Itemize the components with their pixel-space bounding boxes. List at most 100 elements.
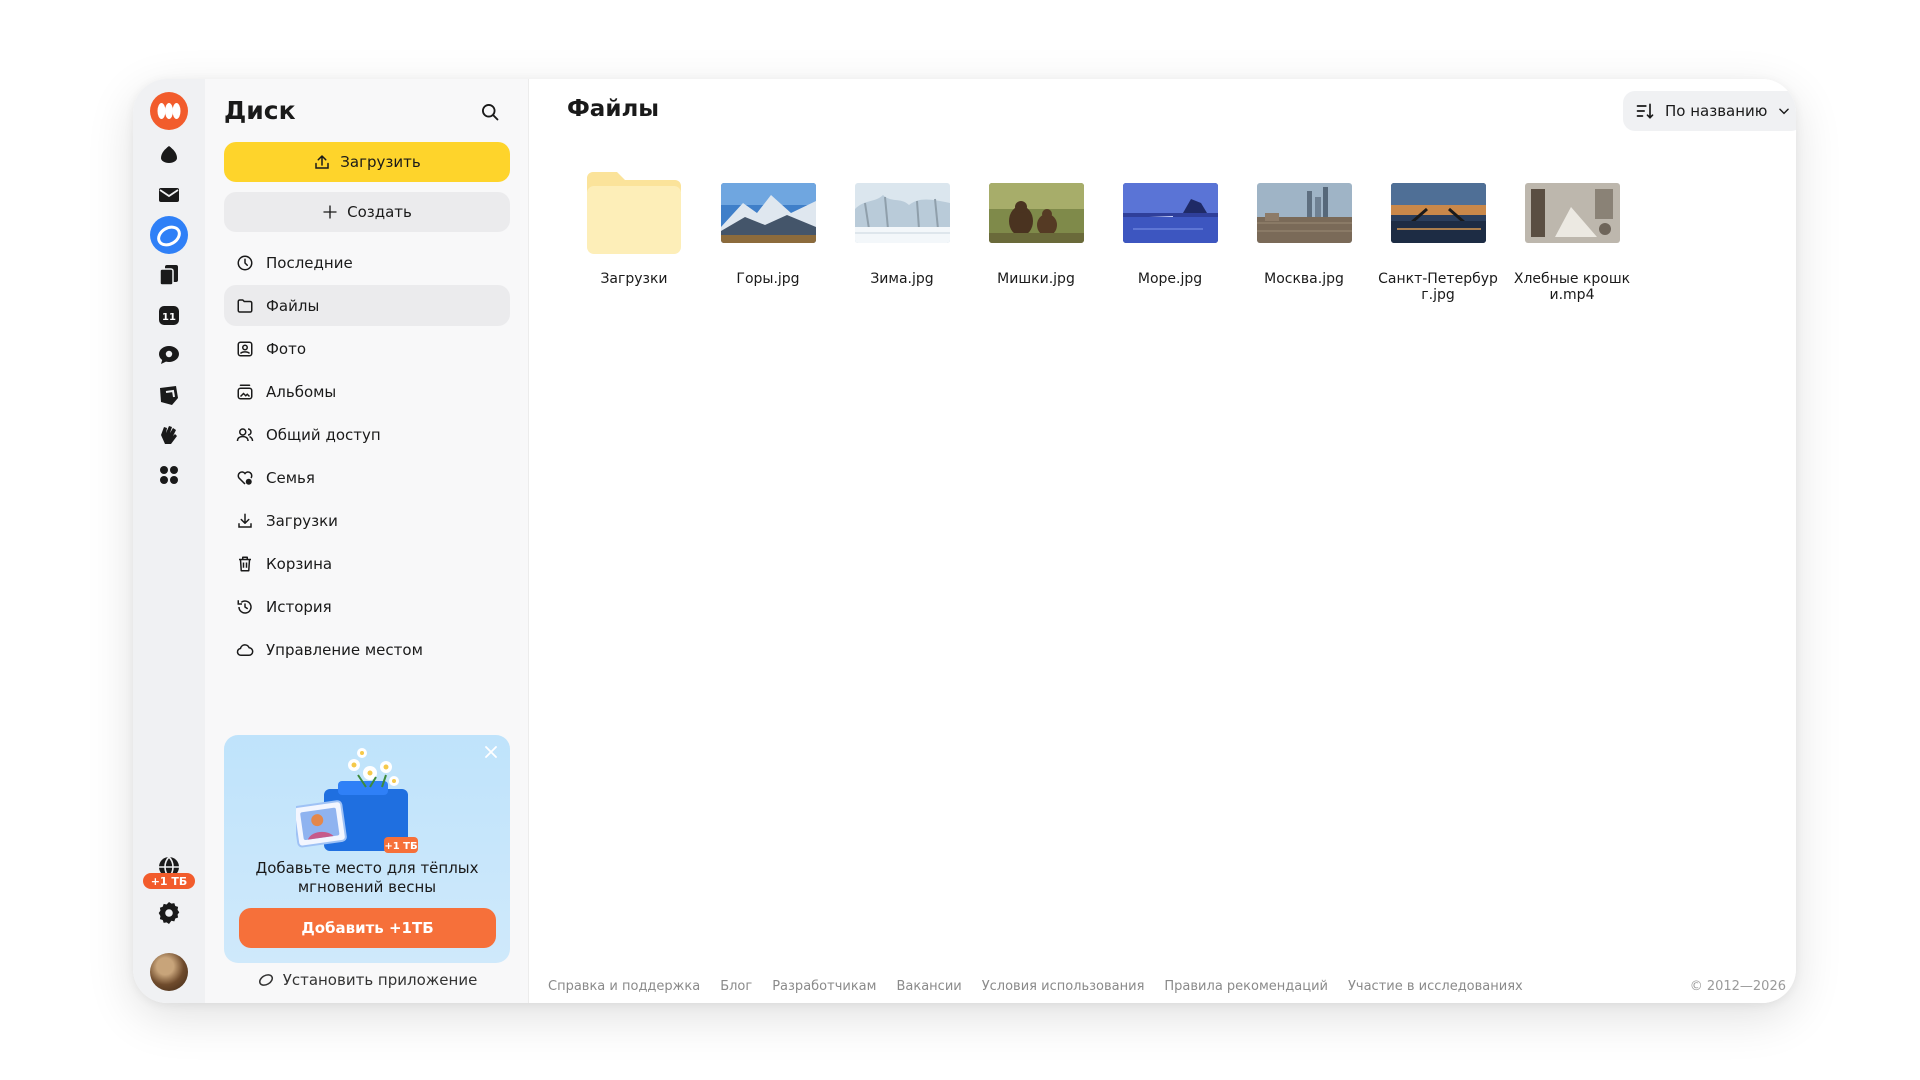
file-tile[interactable]: Мишки.jpg (969, 161, 1103, 303)
sort-icon (1636, 103, 1654, 119)
services-rail: 11 +1 ТБ (133, 79, 205, 1003)
sidebar: Диск Загрузить Создать Последние Файлы Ф… (205, 79, 529, 1003)
create-label: Создать (347, 203, 412, 221)
promo-illustration: +1 ТБ (296, 748, 418, 853)
docs-icon[interactable] (147, 253, 191, 297)
footer-link-blog[interactable]: Блог (720, 979, 752, 994)
sidebar-item-label: Загрузки (266, 511, 338, 530)
video-thumbnail (1524, 183, 1620, 243)
sidebar-item-label: Альбомы (266, 382, 337, 401)
install-app-link[interactable]: Установить приложение (224, 967, 510, 993)
sort-label: По названию (1665, 102, 1768, 120)
disk-icon[interactable] (147, 213, 191, 257)
photo-icon (237, 341, 253, 356)
file-name: Москва.jpg (1264, 271, 1344, 287)
image-thumbnail (720, 183, 816, 243)
calendar-icon[interactable]: 11 (147, 293, 191, 337)
disk-logo-icon (258, 974, 273, 986)
clock-icon (237, 255, 253, 270)
file-name: Горы.jpg (736, 271, 800, 287)
promo-card: +1 ТБ Добавьте место для тёплых мгновени… (224, 735, 510, 963)
sidebar-item-family[interactable]: Семья (224, 457, 510, 498)
image-thumbnail (1390, 183, 1486, 243)
folder-icon (237, 298, 253, 313)
file-tile[interactable]: Москва.jpg (1237, 161, 1371, 303)
file-name: Загрузки (600, 271, 668, 287)
image-thumbnail (1122, 183, 1218, 243)
file-tile[interactable]: Санкт-Петербург.jpg (1371, 161, 1505, 303)
mail-icon[interactable] (147, 173, 191, 217)
close-icon[interactable] (480, 741, 502, 763)
sidebar-item-label: Управление местом (266, 640, 423, 659)
sidebar-item-trash[interactable]: Корзина (224, 543, 510, 584)
footer-links: Справка и поддержка Блог Разработчикам В… (548, 979, 1523, 994)
messenger-icon[interactable] (147, 333, 191, 377)
footer-link-developers[interactable]: Разработчикам (772, 979, 876, 994)
file-name: Море.jpg (1137, 271, 1203, 287)
footer-link-research[interactable]: Участие в исследованиях (1348, 979, 1523, 994)
sidebar-item-downloads[interactable]: Загрузки (224, 500, 510, 541)
history-icon (237, 599, 252, 614)
hand-icon[interactable] (147, 413, 191, 457)
cloud-icon[interactable] (147, 133, 191, 177)
sidebar-item-label: Фото (266, 339, 307, 358)
app-title: Диск (224, 96, 296, 125)
plus-icon (323, 205, 337, 219)
sidebar-item-history[interactable]: История (224, 586, 510, 627)
people-icon (236, 427, 254, 441)
file-name: Зима.jpg (870, 271, 934, 287)
sort-dropdown[interactable]: По названию (1623, 91, 1796, 131)
download-icon (238, 513, 252, 528)
file-tile[interactable]: Хлебные крошки.mp4 (1505, 161, 1639, 303)
main-content: Файлы По названию Загрузки Горы.jpg Зима… (530, 79, 1796, 1003)
install-app-label: Установить приложение (282, 971, 478, 989)
sidebar-item-label: Семья (266, 468, 315, 487)
copyright: © 2012—2026 (1689, 979, 1786, 994)
sidebar-item-label: История (266, 597, 332, 616)
settings-icon[interactable] (147, 891, 191, 935)
add-storage-button[interactable]: Добавить +1ТБ (239, 908, 496, 948)
sidebar-item-label: Файлы (266, 296, 320, 315)
folder-icon (587, 172, 681, 254)
image-thumbnail (1256, 183, 1352, 243)
logo-icon[interactable] (147, 89, 191, 133)
sidebar-nav: Последние Файлы Фото Альбомы Общий досту… (224, 242, 510, 672)
file-tile[interactable]: Зима.jpg (835, 161, 969, 303)
footer-link-jobs[interactable]: Вакансии (896, 979, 961, 994)
avatar[interactable] (150, 953, 188, 991)
footer-link-recommendations[interactable]: Правила рекомендаций (1164, 979, 1328, 994)
telemost-icon[interactable] (147, 373, 191, 417)
file-grid: Загрузки Горы.jpg Зима.jpg Мишки.jpg Мор… (567, 161, 1639, 303)
svg-text:11: 11 (162, 312, 176, 323)
trash-icon (239, 556, 251, 571)
family-heart-icon (237, 470, 253, 485)
sidebar-item-label: Последние (266, 253, 353, 272)
sidebar-item-photo[interactable]: Фото (224, 328, 510, 369)
cloud-icon (236, 643, 254, 656)
footer-link-terms[interactable]: Условия использования (982, 979, 1145, 994)
file-name: Санкт-Петербург.jpg (1378, 271, 1498, 303)
sidebar-item-shared[interactable]: Общий доступ (224, 414, 510, 455)
search-icon[interactable] (473, 95, 507, 129)
sidebar-item-recent[interactable]: Последние (224, 242, 510, 283)
image-thumbnail (988, 183, 1084, 243)
promo-text: Добавьте место для тёплых мгновений весн… (255, 859, 479, 896)
upload-icon (315, 155, 330, 169)
page-title: Файлы (567, 96, 660, 122)
apps-grid-icon[interactable] (147, 453, 191, 497)
storage-badge: +1 ТБ (143, 873, 195, 889)
upload-button[interactable]: Загрузить (224, 142, 510, 182)
chevron-down-icon (1779, 108, 1790, 115)
file-name: Мишки.jpg (997, 271, 1075, 287)
album-icon (237, 384, 253, 399)
file-tile[interactable]: Море.jpg (1103, 161, 1237, 303)
file-tile[interactable]: Загрузки (567, 161, 701, 303)
sidebar-item-files[interactable]: Файлы (224, 285, 510, 326)
sidebar-item-storage[interactable]: Управление местом (224, 629, 510, 670)
file-name: Хлебные крошки.mp4 (1513, 271, 1631, 303)
sidebar-item-albums[interactable]: Альбомы (224, 371, 510, 412)
create-button[interactable]: Создать (224, 192, 510, 232)
sidebar-item-label: Корзина (266, 554, 333, 573)
file-tile[interactable]: Горы.jpg (701, 161, 835, 303)
footer-link-help[interactable]: Справка и поддержка (548, 979, 700, 994)
